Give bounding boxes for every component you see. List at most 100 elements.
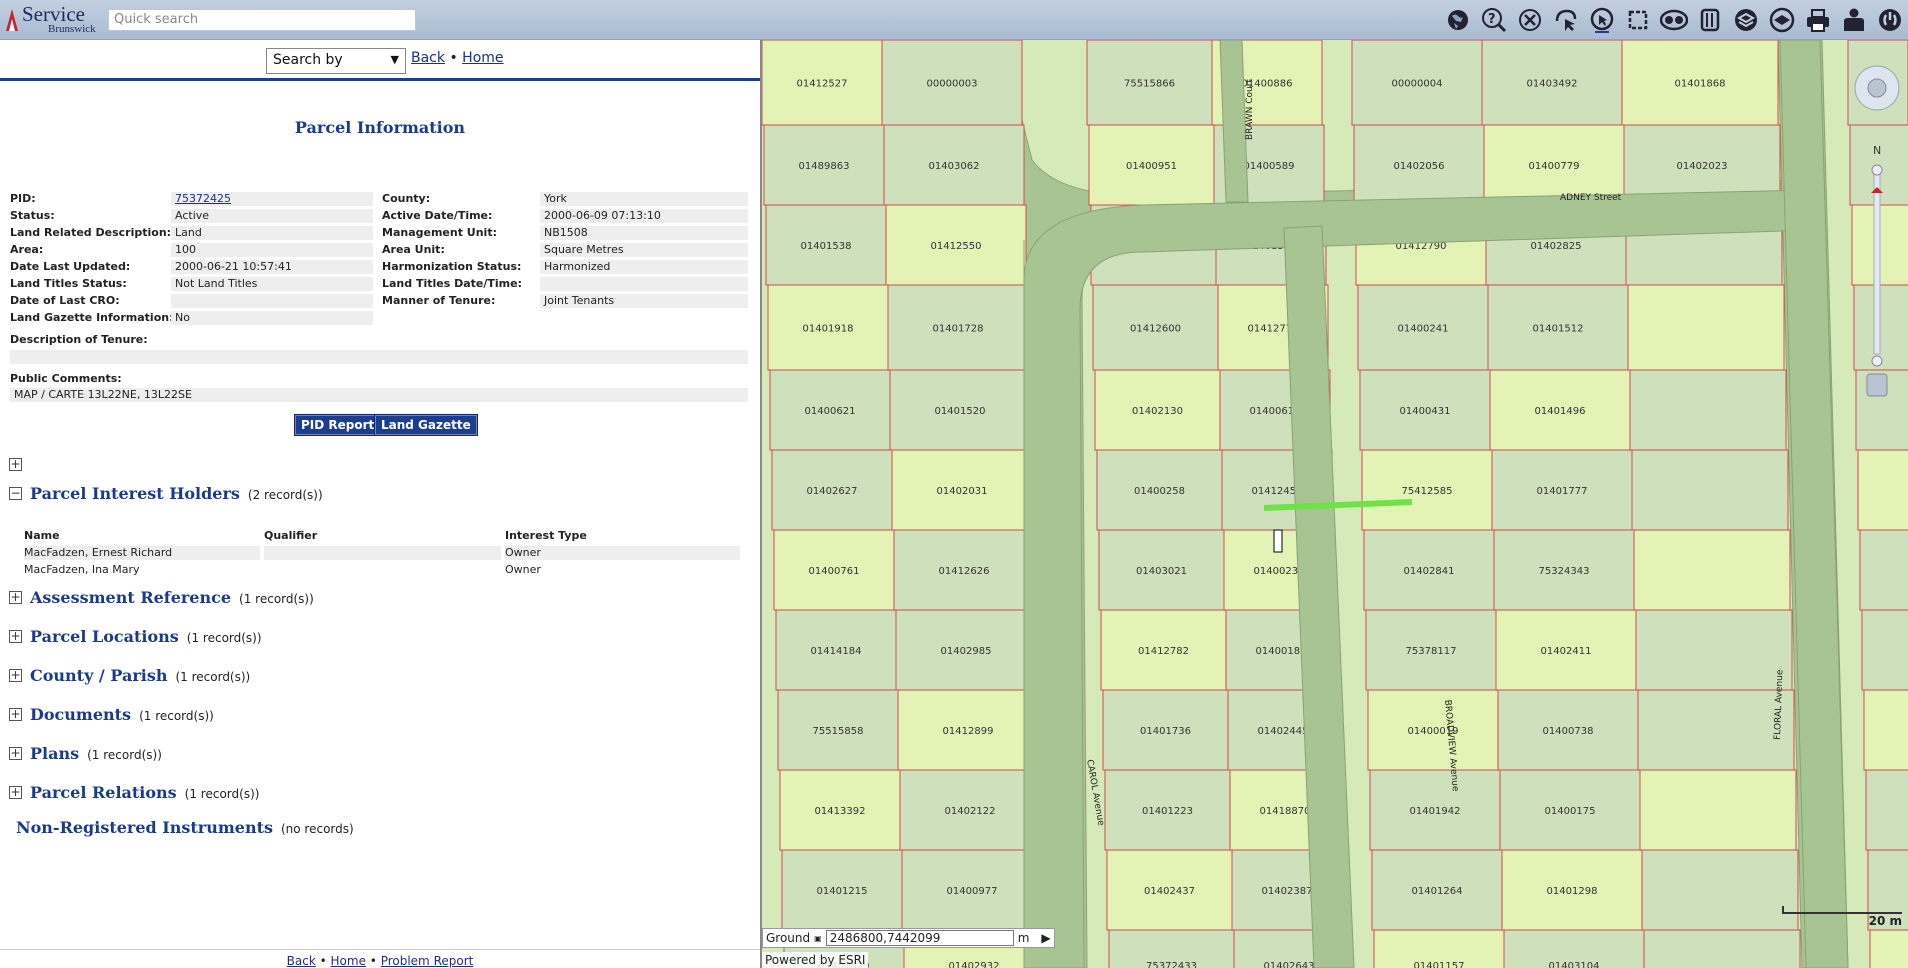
back-link[interactable]: Back — [411, 50, 445, 66]
expand-icon[interactable]: + — [9, 630, 22, 643]
pid-report-button[interactable]: PID Report — [294, 414, 382, 436]
search-by-label: Search by — [273, 52, 343, 68]
search-by-select[interactable]: Search by ▼ — [266, 48, 406, 74]
measure-icon[interactable] — [1622, 4, 1654, 36]
expand-icon[interactable]: + — [9, 708, 22, 721]
cell-interest-type: Owner — [505, 563, 541, 576]
parcel-polygon — [1627, 284, 1785, 371]
parcel-label: 01412527 — [797, 79, 848, 90]
col-qualifier: Qualifier — [264, 529, 318, 542]
street-label: ADNEY Street — [1560, 193, 1622, 203]
section-title: Documents — [30, 705, 132, 724]
field-value: Square Metres — [540, 243, 748, 257]
parcel-polygon — [1861, 609, 1908, 691]
nav-separator: • — [449, 50, 458, 66]
field-label: Manner of Tenure: — [382, 294, 496, 307]
expand-icon[interactable]: + — [9, 747, 22, 760]
parcel-label: 01400258 — [1134, 486, 1185, 497]
logo-line2: Brunswick — [48, 23, 96, 35]
section-title: Non-Registered Instruments — [16, 818, 273, 837]
record-count: (1 record(s)) — [87, 748, 162, 762]
footer-back-link[interactable]: Back — [287, 954, 316, 968]
expand-icon[interactable]: + — [9, 591, 22, 604]
basemap-icon[interactable] — [1766, 4, 1798, 36]
binoculars-icon[interactable] — [1658, 4, 1690, 36]
record-count: (no records) — [280, 822, 354, 836]
field-value: Not Land Titles — [171, 277, 373, 291]
service-brunswick-logo[interactable]: Service Brunswick — [4, 3, 102, 37]
street-label: BRAWN Court — [1245, 79, 1255, 140]
parcel-label: 01418870 — [1260, 806, 1311, 817]
section-documents[interactable]: Documents (1 record(s)) — [30, 705, 214, 724]
logo-mark-icon — [6, 9, 18, 31]
field-label: Management Unit: — [382, 226, 497, 239]
coordinate-input[interactable]: 2486800,7442099 — [825, 930, 1014, 946]
section-county-parish[interactable]: County / Parish (1 record(s)) — [30, 666, 250, 685]
expand-icon[interactable]: + — [9, 786, 22, 799]
parcel-label: 01402437 — [1144, 886, 1195, 897]
select-icon[interactable] — [1586, 4, 1618, 36]
globe-icon[interactable] — [1442, 4, 1474, 36]
user-icon[interactable] — [1838, 4, 1870, 36]
record-count: (1 record(s)) — [239, 592, 314, 606]
parcel-label: 75372433 — [1146, 961, 1197, 968]
parcel-label: 01412899 — [943, 726, 994, 737]
section-parcel-locations[interactable]: Parcel Locations (1 record(s)) — [30, 627, 262, 646]
zoom-slider-handle[interactable] — [1871, 187, 1883, 193]
section-interest-holders[interactable]: Parcel Interest Holders (2 record(s)) — [30, 484, 323, 503]
field-label: Date of Last CRO: — [10, 294, 120, 307]
field-value: Harmonized — [540, 260, 748, 274]
parcel-label: 01401298 — [1547, 886, 1598, 897]
exit-icon[interactable] — [1874, 4, 1906, 36]
parcel-label: 01401223 — [1142, 806, 1193, 817]
identify-icon[interactable] — [1550, 4, 1582, 36]
description-of-tenure-value — [10, 350, 748, 364]
footer-home-link[interactable]: Home — [331, 954, 366, 968]
field-label: Area Unit: — [382, 243, 445, 256]
parcel-label: 01400431 — [1400, 406, 1451, 417]
section-assessment-reference[interactable]: Assessment Reference (1 record(s)) — [30, 588, 314, 607]
zoom-in-icon[interactable] — [1871, 164, 1883, 176]
zoom-out-icon[interactable] — [1871, 355, 1883, 367]
pan-hand-icon[interactable] — [1866, 373, 1888, 397]
parcel-label: 01401215 — [817, 886, 868, 897]
parcel-label: 01402932 — [949, 961, 1000, 968]
help-icon[interactable]: ? — [1478, 4, 1510, 36]
record-count: (2 record(s)) — [247, 488, 323, 502]
parcel-map[interactable]: 01412527 01489863 01401538 01401918 01400621… — [762, 40, 1908, 968]
layers-icon[interactable] — [1730, 4, 1762, 36]
field-label: Status: — [10, 209, 55, 222]
parcel-label: 01400951 — [1126, 161, 1177, 172]
parcel-label: 01401868 — [1675, 79, 1726, 90]
coordinate-readout: Ground ▣ 2486800,7442099 m ▶ — [762, 928, 1055, 948]
expand-all-icon[interactable]: + — [9, 458, 22, 471]
parcel-label: 01402130 — [1132, 406, 1183, 417]
table-row: MacFadzen, Ernest Richard Owner — [24, 546, 740, 560]
quick-search-input[interactable]: Quick search — [108, 9, 416, 31]
go-arrow-icon[interactable]: ▶ — [1041, 931, 1050, 945]
home-link[interactable]: Home — [462, 50, 503, 66]
section-parcel-relations[interactable]: Parcel Relations (1 record(s)) — [30, 783, 259, 802]
field-label: County: — [382, 192, 431, 205]
parcel-label: 01400233 — [1254, 566, 1305, 577]
map-view[interactable]: 01412527 01489863 01401538 01401918 01400621… — [762, 40, 1908, 968]
coord-mode-icon[interactable]: ▣ — [814, 934, 822, 943]
field-value[interactable]: 75372425 — [171, 192, 373, 206]
expand-icon[interactable]: + — [9, 669, 22, 682]
print-icon[interactable] — [1802, 4, 1834, 36]
parcel-label: 01400779 — [1529, 161, 1580, 172]
field-value: Joint Tenants — [540, 294, 748, 308]
table-row: MacFadzen, Ina Mary Owner — [24, 563, 740, 577]
section-title: Plans — [30, 744, 80, 763]
land-gazette-button[interactable]: Land Gazette — [374, 414, 478, 436]
legend-icon[interactable] — [1694, 4, 1726, 36]
collapse-icon[interactable]: − — [9, 487, 22, 500]
field-label: Area: — [10, 243, 44, 256]
parcel-label: 01400175 — [1545, 806, 1596, 817]
field-label: Land Related Description: — [10, 226, 172, 239]
coord-unit: m — [1017, 931, 1030, 945]
section-plans[interactable]: Plans (1 record(s)) — [30, 744, 162, 763]
clear-icon[interactable] — [1514, 4, 1546, 36]
zoom-slider-track[interactable] — [1873, 173, 1881, 355]
problem-report-link[interactable]: Problem Report — [381, 954, 474, 968]
